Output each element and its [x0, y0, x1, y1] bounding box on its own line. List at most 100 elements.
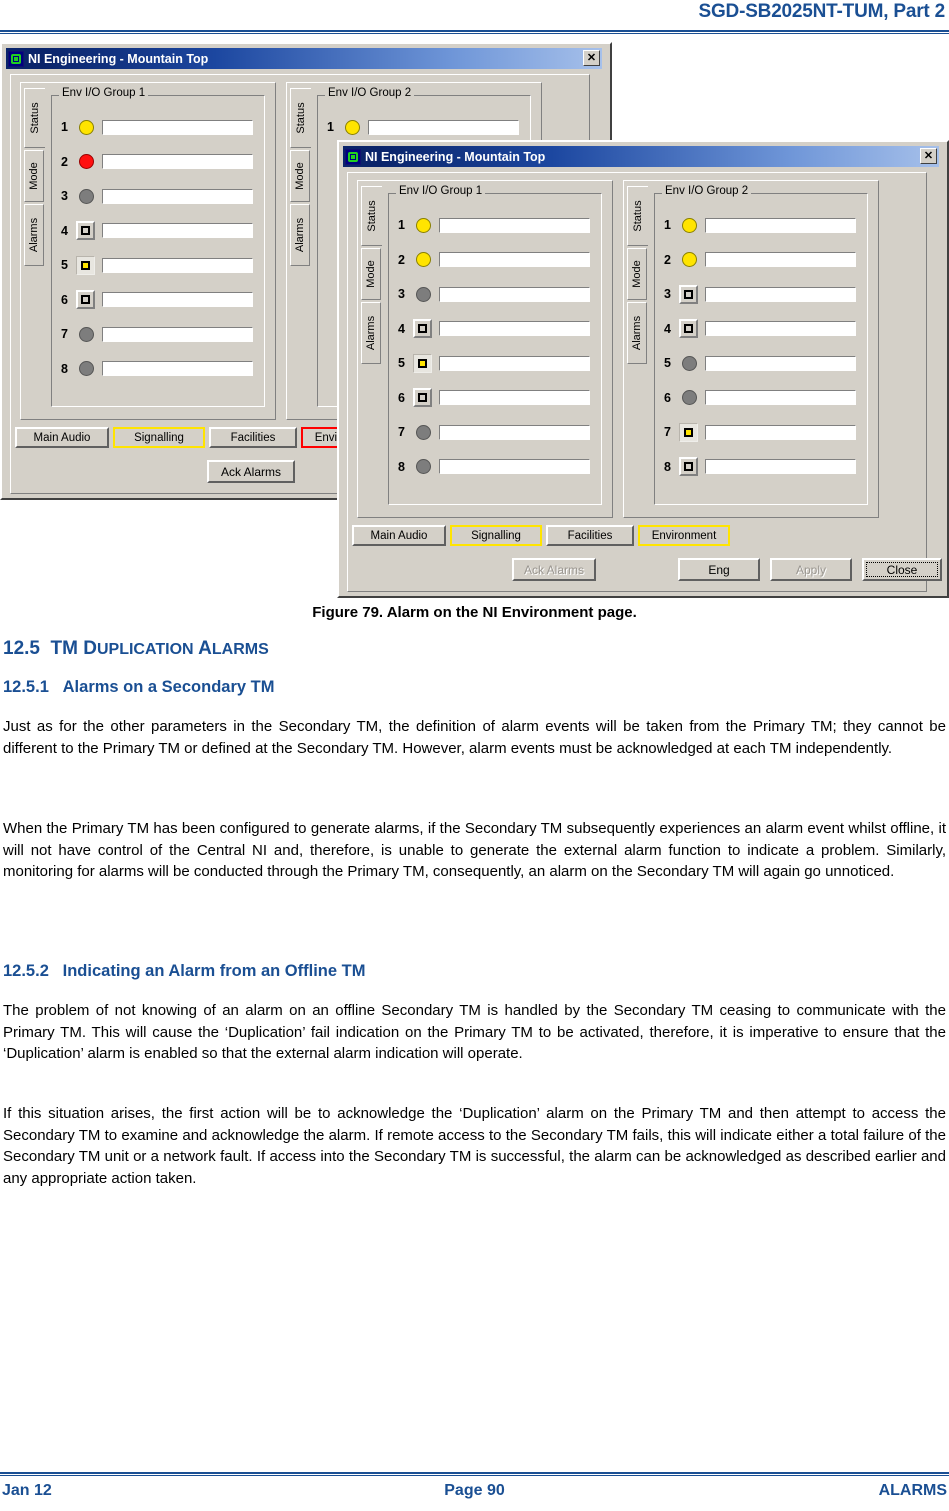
- footer-rule: [0, 1472, 949, 1476]
- group1-panel-front: Status Mode Alarms Env I/O Group 1 1 2 3 4 5…: [357, 180, 613, 518]
- io-row-number: 1: [327, 120, 334, 134]
- close-icon[interactable]: ✕: [583, 50, 600, 66]
- io-text-field[interactable]: [704, 390, 857, 405]
- io-text-field[interactable]: [438, 286, 591, 302]
- io-text-field[interactable]: [438, 459, 591, 474]
- front-tab-facilities[interactable]: Facilities: [546, 525, 634, 546]
- vtab-alarms-group2-front[interactable]: Alarms: [627, 302, 647, 364]
- group-box-title-back-1: Env I/O Group 1: [59, 87, 149, 99]
- front-tab-signalling[interactable]: Signalling: [450, 525, 542, 546]
- back-tab-main-audio[interactable]: Main Audio: [15, 427, 109, 448]
- footer-page-number: Page 90: [444, 1482, 505, 1499]
- io-indicator-cell: [75, 119, 96, 135]
- front-tab-environment[interactable]: Environment: [638, 525, 730, 546]
- io-text-field[interactable]: [704, 217, 857, 233]
- io-button-indicator[interactable]: [678, 319, 698, 338]
- vtab-alarms-label: Alarms: [294, 217, 306, 253]
- io-button-indicator-active[interactable]: [412, 353, 432, 373]
- paragraph-1: Just as for the other parameters in the …: [3, 718, 946, 757]
- io-text-field[interactable]: [438, 424, 591, 440]
- front-button-apply: Apply: [770, 558, 852, 581]
- io-row: 3: [61, 186, 254, 206]
- io-row: 4: [398, 319, 591, 339]
- front-button-close[interactable]: Close: [862, 558, 942, 581]
- vtab-alarms-label: Alarms: [365, 315, 377, 351]
- document-header-title: SGD-SB2025NT-TUM, Part 2: [698, 1, 946, 22]
- io-indicator-cell: [75, 255, 96, 275]
- io-row-number: 6: [664, 390, 671, 405]
- io-indicator-cell: [75, 361, 96, 376]
- titlebar-front[interactable]: NI Engineering - Mountain Top ✕: [343, 146, 939, 167]
- io-button-indicator[interactable]: [678, 284, 698, 304]
- back-tab-signalling[interactable]: Signalling: [113, 427, 205, 448]
- io-row: 6: [61, 290, 254, 310]
- front-tab-main-audio[interactable]: Main Audio: [352, 525, 446, 546]
- io-button-square-icon: [80, 260, 90, 270]
- io-text-field[interactable]: [704, 286, 857, 302]
- io-text-field[interactable]: [438, 355, 591, 371]
- io-text-field[interactable]: [704, 459, 857, 474]
- io-button-indicator-active[interactable]: [75, 255, 95, 275]
- io-button-indicator[interactable]: [412, 319, 432, 338]
- io-button-square-icon: [683, 427, 693, 437]
- io-button-square-icon: [80, 226, 90, 235]
- back-button-ack-alarms[interactable]: Ack Alarms: [207, 460, 295, 483]
- io-lamp-yellow: [681, 252, 697, 267]
- io-text-field[interactable]: [101, 326, 254, 342]
- io-button-indicator[interactable]: [412, 388, 432, 407]
- titlebar-back[interactable]: NI Engineering - Mountain Top ✕: [6, 48, 602, 69]
- io-text-field[interactable]: [101, 154, 254, 169]
- io-text-field[interactable]: [704, 321, 857, 336]
- io-text-field[interactable]: [101, 223, 254, 238]
- focus-ring: [866, 562, 938, 577]
- io-button-indicator[interactable]: [75, 290, 95, 309]
- io-row: 1: [664, 215, 857, 235]
- section-number: 12.5: [3, 638, 40, 659]
- io-text-field[interactable]: [367, 119, 520, 135]
- io-row: 5: [398, 353, 591, 373]
- io-text-field[interactable]: [438, 252, 591, 267]
- io-row: 2: [61, 152, 254, 172]
- io-text-field[interactable]: [101, 292, 254, 307]
- io-button-indicator-active[interactable]: [678, 422, 698, 442]
- io-button-indicator[interactable]: [678, 457, 698, 476]
- group-box-env-io-group1-front: Env I/O Group 1 1 2 3 4 5 6 7 8: [388, 185, 602, 505]
- io-text-field[interactable]: [438, 217, 591, 233]
- io-row: 7: [61, 324, 254, 344]
- io-text-field[interactable]: [438, 321, 591, 336]
- io-indicator-cell: [678, 457, 699, 476]
- io-text-field[interactable]: [101, 119, 254, 135]
- vtab-alarms-group1-back[interactable]: Alarms: [24, 204, 44, 266]
- io-row-number: 4: [61, 223, 68, 238]
- io-text-field[interactable]: [101, 188, 254, 204]
- io-text-field[interactable]: [704, 355, 857, 371]
- close-icon[interactable]: ✕: [920, 148, 937, 164]
- vtab-alarms-group1-front[interactable]: Alarms: [361, 302, 381, 364]
- io-button-indicator[interactable]: [75, 221, 95, 240]
- io-indicator-cell: [412, 252, 433, 267]
- front-button-eng[interactable]: Eng: [678, 558, 760, 581]
- io-row-number: 6: [61, 292, 68, 307]
- io-text-field[interactable]: [438, 390, 591, 405]
- back-tab-facilities[interactable]: Facilities: [209, 427, 297, 448]
- io-text-field[interactable]: [101, 257, 254, 273]
- io-row-number: 5: [398, 356, 405, 370]
- vtab-strip-group1-back[interactable]: Status Mode Alarms: [24, 88, 45, 266]
- vtab-strip-group2-front[interactable]: Status Mode Alarms: [627, 186, 648, 364]
- io-indicator-cell: [341, 119, 362, 135]
- io-text-field[interactable]: [704, 424, 857, 440]
- io-row-number: 1: [398, 218, 405, 232]
- vtab-strip-group2-back[interactable]: Status Mode Alarms: [290, 88, 311, 266]
- vtab-alarms-group2-back[interactable]: Alarms: [290, 204, 310, 266]
- io-text-field[interactable]: [704, 252, 857, 267]
- group-box-env-io-group2-front: Env I/O Group 2 1 2 3 4 5 6 7 8: [654, 185, 868, 505]
- io-indicator-cell: [75, 221, 96, 240]
- io-row: 2: [664, 250, 857, 270]
- dialog-window-front[interactable]: NI Engineering - Mountain Top ✕ Status M…: [337, 140, 949, 598]
- io-lamp-red: [78, 154, 94, 169]
- vtab-strip-group1-front[interactable]: Status Mode Alarms: [361, 186, 382, 364]
- section-title-a: A: [193, 638, 212, 659]
- io-text-field[interactable]: [101, 361, 254, 376]
- io-row-number: 2: [398, 252, 405, 267]
- figure-caption: Figure 79. Alarm on the NI Environment p…: [312, 604, 637, 621]
